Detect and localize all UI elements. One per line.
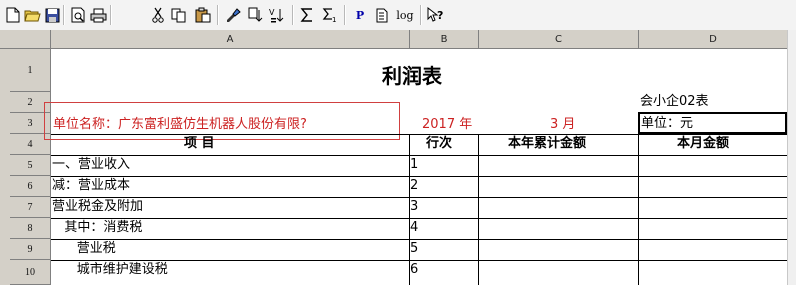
subtotal-icon[interactable]: 1 bbox=[321, 6, 339, 24]
item-line: 4 bbox=[410, 220, 419, 235]
toolbar-separator bbox=[110, 5, 112, 25]
item-label: 减：营业成本 bbox=[52, 178, 131, 193]
grid-line bbox=[51, 155, 788, 156]
header-item: 项 目 bbox=[184, 136, 215, 151]
fill-down-icon[interactable] bbox=[246, 6, 264, 24]
toolbar-separator bbox=[344, 5, 346, 25]
grid-line bbox=[478, 134, 479, 285]
new-icon[interactable] bbox=[4, 6, 22, 24]
spreadsheet[interactable]: A B C D 1 2 3 4 5 6 7 8 9 10 利润表 会小企02表 … bbox=[0, 30, 796, 285]
item-label: 营业税金及附加 bbox=[52, 199, 144, 214]
format-painter-icon[interactable] bbox=[224, 6, 242, 24]
item-line: 3 bbox=[410, 199, 419, 214]
column-headers: A B C D bbox=[0, 30, 796, 49]
item-line: 5 bbox=[410, 241, 419, 256]
item-line: 2 bbox=[410, 178, 419, 193]
column-header-b[interactable]: B bbox=[410, 30, 479, 48]
vertical-scrollbar[interactable] bbox=[787, 30, 796, 285]
grid-line bbox=[638, 134, 639, 285]
save-icon[interactable] bbox=[43, 6, 61, 24]
toolbar-separator bbox=[420, 5, 422, 25]
item-line: 1 bbox=[410, 157, 419, 172]
paste-icon[interactable] bbox=[194, 6, 212, 24]
item-line: 6 bbox=[410, 262, 419, 277]
toolbar-separator bbox=[63, 5, 65, 25]
sum-icon[interactable] bbox=[298, 6, 316, 24]
item-label: 城市维护建设税 bbox=[52, 262, 168, 277]
grid-line bbox=[51, 197, 788, 198]
row-header-6[interactable]: 6 bbox=[10, 176, 51, 197]
print-preview-icon[interactable] bbox=[69, 6, 87, 24]
header-ytd-amount: 本年累计金额 bbox=[508, 136, 587, 151]
sort-icon[interactable]: V bbox=[268, 6, 286, 24]
svg-text:?: ? bbox=[437, 9, 443, 22]
item-label: 其中：消费税 bbox=[52, 220, 143, 235]
grid-line bbox=[51, 218, 788, 219]
toolbar-separator bbox=[217, 5, 219, 25]
grid-line bbox=[51, 239, 788, 240]
p-button-label: P bbox=[355, 8, 365, 22]
row-header-1[interactable]: 1 bbox=[10, 49, 51, 92]
form-code: 会小企02表 bbox=[640, 94, 709, 109]
page-icon[interactable] bbox=[373, 6, 391, 24]
row-header-5[interactable]: 5 bbox=[10, 155, 51, 176]
row-header-9[interactable]: 9 bbox=[10, 239, 51, 260]
column-header-a[interactable]: A bbox=[51, 30, 410, 48]
row-header-10[interactable]: 10 bbox=[10, 260, 51, 285]
row-header-7[interactable]: 7 bbox=[10, 197, 51, 218]
open-icon[interactable] bbox=[23, 6, 41, 24]
report-year: 2017 年 bbox=[422, 117, 473, 132]
svg-text:1: 1 bbox=[332, 16, 336, 23]
log-button[interactable]: log bbox=[394, 6, 416, 24]
toolbar-separator bbox=[292, 5, 294, 25]
cut-icon[interactable] bbox=[149, 6, 167, 24]
column-header-d[interactable]: D bbox=[639, 30, 788, 48]
grid-line bbox=[51, 176, 788, 177]
selected-cell-d3[interactable] bbox=[638, 112, 787, 134]
column-header-c[interactable]: C bbox=[479, 30, 639, 48]
print-icon[interactable] bbox=[89, 6, 107, 24]
p-button[interactable]: P bbox=[351, 6, 369, 24]
report-month: 3 月 bbox=[550, 117, 576, 132]
grid-line bbox=[51, 134, 788, 135]
svg-text:V: V bbox=[269, 8, 275, 17]
item-label: 一、营业收入 bbox=[52, 157, 131, 172]
copy-icon[interactable] bbox=[170, 6, 188, 24]
grid-line bbox=[409, 134, 410, 285]
header-month-amount: 本月金额 bbox=[677, 136, 730, 151]
toolbar: V 1 P log ? bbox=[0, 0, 796, 31]
row-header-8[interactable]: 8 bbox=[10, 218, 51, 239]
select-all-corner[interactable] bbox=[10, 30, 51, 48]
help-pointer-icon[interactable]: ? bbox=[426, 6, 446, 24]
grid-line bbox=[51, 260, 788, 261]
log-button-label: log bbox=[396, 8, 414, 22]
header-line-no: 行次 bbox=[426, 136, 453, 151]
item-label: 营业税 bbox=[52, 241, 116, 256]
report-title: 利润表 bbox=[382, 64, 442, 88]
